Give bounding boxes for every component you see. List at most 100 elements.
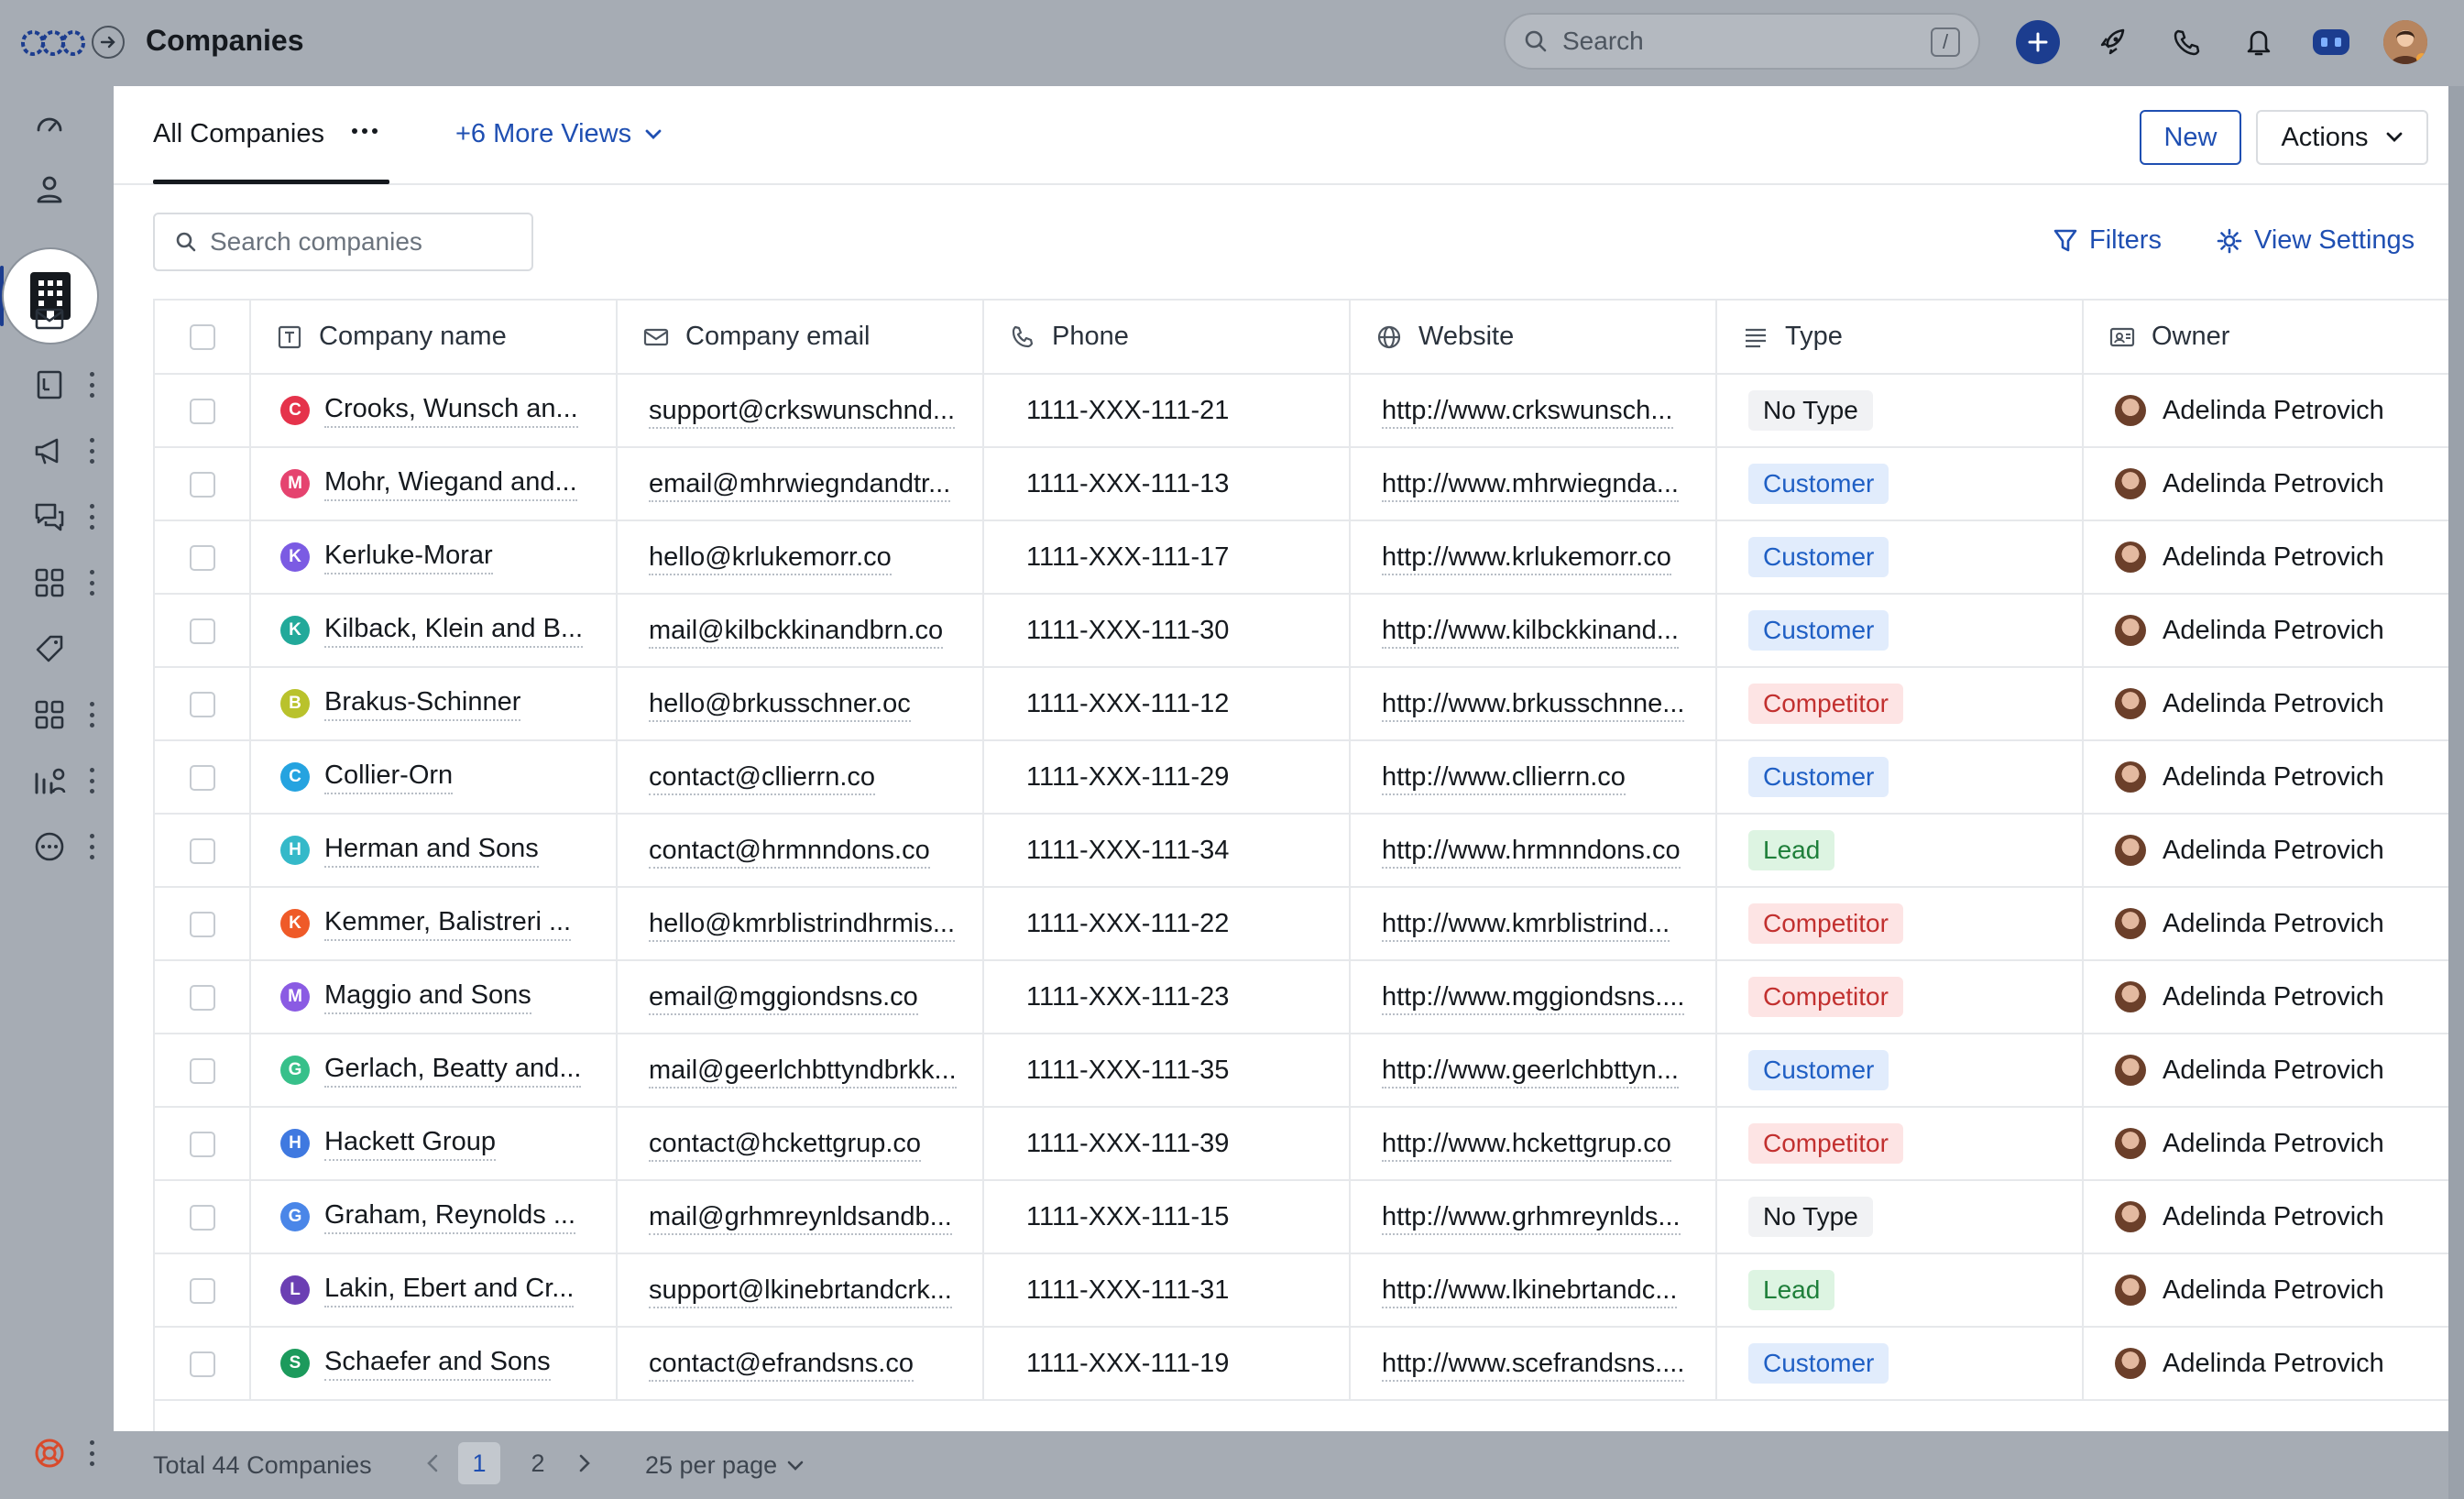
type-cell[interactable]: Lead (1716, 814, 2084, 888)
table-row[interactable]: M Mohr, Wiegand and... email@mhrwiegndandt… (155, 447, 2448, 521)
company-name-link[interactable]: Brakus-Schinner (324, 687, 521, 721)
website-cell[interactable]: http://www.lkinebrtandc... (1350, 1253, 1717, 1328)
website-link[interactable]: http://www.scefrandsns.... (1382, 1348, 1685, 1382)
company-search-input[interactable] (210, 227, 503, 257)
company-name-cell[interactable]: G Gerlach, Beatty and... (250, 1034, 618, 1108)
website-cell[interactable]: http://www.brkusschnne... (1350, 667, 1717, 741)
company-email-link[interactable]: mail@grhmreynldsandb... (649, 1201, 952, 1235)
owner-cell[interactable]: Adelinda Petrovich (2083, 1253, 2448, 1328)
page-1-button[interactable]: 1 (458, 1442, 500, 1484)
table-row[interactable]: G Graham, Reynolds ... mail@grhmreynldsand… (155, 1180, 2448, 1254)
table-row[interactable]: B Brakus-Schinner hello@brkusschner.oc 1111… (155, 667, 2448, 741)
rail-apps[interactable] (29, 563, 70, 603)
phone-cell[interactable]: 1111-XXX-111-15 (983, 1180, 1351, 1254)
type-cell[interactable]: Customer (1716, 740, 2084, 815)
table-row[interactable]: H Hackett Group contact@hckettgrup.co 1111-… (155, 1107, 2448, 1181)
company-email-link[interactable]: mail@geerlchbttyndbrkk... (649, 1055, 957, 1089)
owner-cell[interactable]: Adelinda Petrovich (2083, 814, 2448, 888)
company-search-box[interactable] (153, 213, 533, 271)
table-row[interactable]: C Collier-Orn contact@cllierrn.co 1111-XXX-… (155, 740, 2448, 815)
type-cell[interactable]: Competitor (1716, 887, 2084, 961)
company-name-link[interactable]: Hackett Group (324, 1127, 496, 1161)
page-2-button[interactable]: 2 (517, 1442, 559, 1484)
company-email-cell[interactable]: hello@krlukemorr.co (617, 520, 984, 595)
company-name-link[interactable]: Maggio and Sons (324, 980, 531, 1014)
company-name-link[interactable]: Graham, Reynolds ... (324, 1200, 575, 1234)
per-page-select[interactable]: 25 per page (645, 1451, 805, 1480)
type-cell[interactable]: Customer (1716, 1327, 2084, 1401)
company-email-cell[interactable]: support@crkswunschnd... (617, 374, 984, 448)
table-row[interactable]: K Kerluke-Morar hello@krlukemorr.co 1111-XX… (155, 520, 2448, 595)
company-name-cell[interactable]: L Lakin, Ebert and Cr... (250, 1253, 618, 1328)
website-link[interactable]: http://www.mggiondsns.... (1382, 981, 1685, 1015)
type-cell[interactable]: Competitor (1716, 960, 2084, 1034)
company-email-cell[interactable]: contact@hckettgrup.co (617, 1107, 984, 1181)
company-name-link[interactable]: Kemmer, Balistreri ... (324, 907, 572, 941)
rail-help[interactable] (29, 1433, 70, 1473)
filters-button[interactable]: Filters (2053, 225, 2162, 256)
company-email-link[interactable]: contact@cllierrn.co (649, 761, 876, 795)
company-name-cell[interactable]: C Crooks, Wunsch an... (250, 374, 618, 448)
type-cell[interactable]: Lead (1716, 1253, 2084, 1328)
website-cell[interactable]: http://www.crkswunsch... (1350, 374, 1717, 448)
row-checkbox[interactable] (189, 544, 215, 571)
table-row[interactable]: G Gerlach, Beatty and... mail@geerlchbttyn… (155, 1034, 2448, 1108)
rail-conversations-menu[interactable] (84, 504, 99, 530)
owner-cell[interactable]: Adelinda Petrovich (2083, 594, 2448, 668)
row-checkbox[interactable] (189, 911, 215, 937)
owner-cell[interactable]: Adelinda Petrovich (2083, 1107, 2448, 1181)
company-name-cell[interactable]: K Kemmer, Balistreri ... (250, 887, 618, 961)
owner-cell[interactable]: Adelinda Petrovich (2083, 960, 2448, 1034)
type-cell[interactable]: Customer (1716, 594, 2084, 668)
company-email-cell[interactable]: email@mggiondsns.co (617, 960, 984, 1034)
website-link[interactable]: http://www.kilbckkinand... (1382, 615, 1679, 649)
company-email-cell[interactable]: mail@kilbckkinandbrn.co (617, 594, 984, 668)
row-checkbox[interactable] (189, 984, 215, 1011)
phone-cell[interactable]: 1111-XXX-111-21 (983, 374, 1351, 448)
row-checkbox[interactable] (189, 618, 215, 644)
phone-cell[interactable]: 1111-XXX-111-29 (983, 740, 1351, 815)
company-name-cell[interactable]: H Hackett Group (250, 1107, 618, 1181)
type-cell[interactable]: Competitor (1716, 1107, 2084, 1181)
table-row[interactable]: M Maggio and Sons email@mggiondsns.co 1111-… (155, 960, 2448, 1034)
company-email-link[interactable]: support@crkswunschnd... (649, 395, 956, 429)
company-name-link[interactable]: Collier-Orn (324, 760, 454, 794)
phone-cell[interactable]: 1111-XXX-111-35 (983, 1034, 1351, 1108)
notifications-button[interactable] (2237, 20, 2281, 64)
owner-cell[interactable]: Adelinda Petrovich (2083, 1180, 2448, 1254)
company-name-cell[interactable]: G Graham, Reynolds ... (250, 1180, 618, 1254)
table-row[interactable]: S Schaefer and Sons contact@efrandsns.co 11… (155, 1327, 2448, 1401)
phone-cell[interactable]: 1111-XXX-111-13 (983, 447, 1351, 521)
type-cell[interactable]: Customer (1716, 1034, 2084, 1108)
rail-reports-menu[interactable] (84, 768, 99, 793)
rail-tags[interactable] (29, 629, 70, 669)
company-name-cell[interactable]: K Kerluke-Morar (250, 520, 618, 595)
owner-cell[interactable]: Adelinda Petrovich (2083, 740, 2448, 815)
website-link[interactable]: http://www.krlukemorr.co (1382, 542, 1671, 575)
owner-cell[interactable]: Adelinda Petrovich (2083, 374, 2448, 448)
column-header-owner[interactable]: Owner (2083, 301, 2448, 375)
website-cell[interactable]: http://www.grhmreynlds... (1350, 1180, 1717, 1254)
company-name-cell[interactable]: K Kilback, Klein and B... (250, 594, 618, 668)
type-cell[interactable]: Customer (1716, 520, 2084, 595)
company-email-link[interactable]: hello@brkusschner.oc (649, 688, 911, 722)
phone-cell[interactable]: 1111-XXX-111-22 (983, 887, 1351, 961)
row-checkbox[interactable] (189, 471, 215, 498)
column-header-company-name[interactable]: Company name (250, 301, 618, 375)
rail-conversations[interactable] (29, 497, 70, 537)
company-name-link[interactable]: Schaefer and Sons (324, 1347, 551, 1381)
rail-help-menu[interactable] (84, 1440, 99, 1466)
row-checkbox[interactable] (189, 1277, 215, 1304)
company-email-link[interactable]: mail@kilbckkinandbrn.co (649, 615, 944, 649)
app-logo[interactable] (20, 24, 86, 62)
rail-apps-alt-menu[interactable] (84, 702, 99, 728)
chevron-left-icon[interactable] (423, 1452, 442, 1474)
rail-dashboard[interactable] (29, 104, 70, 145)
chevron-right-icon[interactable] (575, 1452, 594, 1474)
website-cell[interactable]: http://www.mggiondsns.... (1350, 960, 1717, 1034)
company-name-link[interactable]: Herman and Sons (324, 834, 539, 868)
company-name-cell[interactable]: M Maggio and Sons (250, 960, 618, 1034)
row-checkbox[interactable] (189, 1351, 215, 1377)
website-cell[interactable]: http://www.cllierrn.co (1350, 740, 1717, 815)
user-avatar[interactable] (2383, 20, 2427, 64)
